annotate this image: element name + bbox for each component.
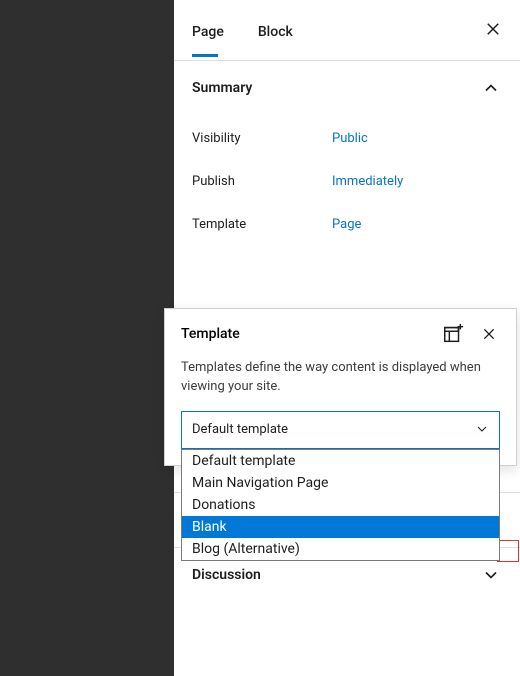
close-popover-button[interactable] (478, 323, 500, 345)
editor-canvas-backdrop (0, 0, 174, 676)
row-publish: Publish Immediately (192, 160, 502, 203)
popover-description: Templates define the way content is disp… (165, 353, 516, 411)
summary-rows: Visibility Public Publish Immediately Te… (192, 117, 502, 246)
visibility-value[interactable]: Public (332, 131, 368, 146)
template-option[interactable]: Blog (Alternative) (182, 538, 499, 560)
template-popover: Template Templates defi (164, 308, 517, 466)
popover-header: Template (165, 309, 516, 353)
row-visibility: Visibility Public (192, 117, 502, 160)
popover-actions (442, 323, 500, 345)
template-option[interactable]: Main Navigation Page (182, 472, 499, 494)
highlight-outline-fragment (497, 540, 519, 562)
summary-section: Summary Visibility Public Publish Immedi… (174, 60, 520, 262)
close-icon (481, 326, 497, 342)
template-option[interactable]: Default template (182, 450, 499, 472)
discussion-toggle[interactable]: Discussion (192, 564, 502, 586)
publish-value[interactable]: Immediately (332, 174, 403, 189)
summary-title: Summary (192, 80, 252, 96)
template-option[interactable]: Donations (182, 494, 499, 516)
tab-page[interactable]: Page (192, 4, 238, 56)
summary-toggle[interactable]: Summary (192, 77, 502, 99)
template-option[interactable]: Blank (182, 516, 499, 538)
template-select-value: Default template (192, 422, 288, 437)
template-label: Template (192, 217, 332, 232)
add-template-icon (442, 323, 464, 345)
template-dropdown: Default template Main Navigation Page Do… (181, 449, 500, 561)
new-template-button[interactable] (442, 323, 464, 345)
visibility-label: Visibility (192, 131, 332, 146)
discussion-title: Discussion (192, 567, 261, 583)
sidebar-tabs: Page Block (174, 0, 520, 60)
template-select-wrap: Default template Default template Main N… (165, 411, 516, 465)
popover-title: Template (181, 326, 240, 342)
template-select[interactable]: Default template (181, 411, 500, 449)
close-icon (484, 20, 502, 38)
publish-label: Publish (192, 174, 332, 189)
tab-block[interactable]: Block (258, 4, 307, 56)
chevron-up-icon (480, 77, 502, 99)
close-sidebar-button[interactable] (482, 18, 504, 40)
template-value[interactable]: Page (332, 217, 361, 232)
row-template: Template Page (192, 203, 502, 246)
chevron-down-icon (480, 564, 502, 586)
